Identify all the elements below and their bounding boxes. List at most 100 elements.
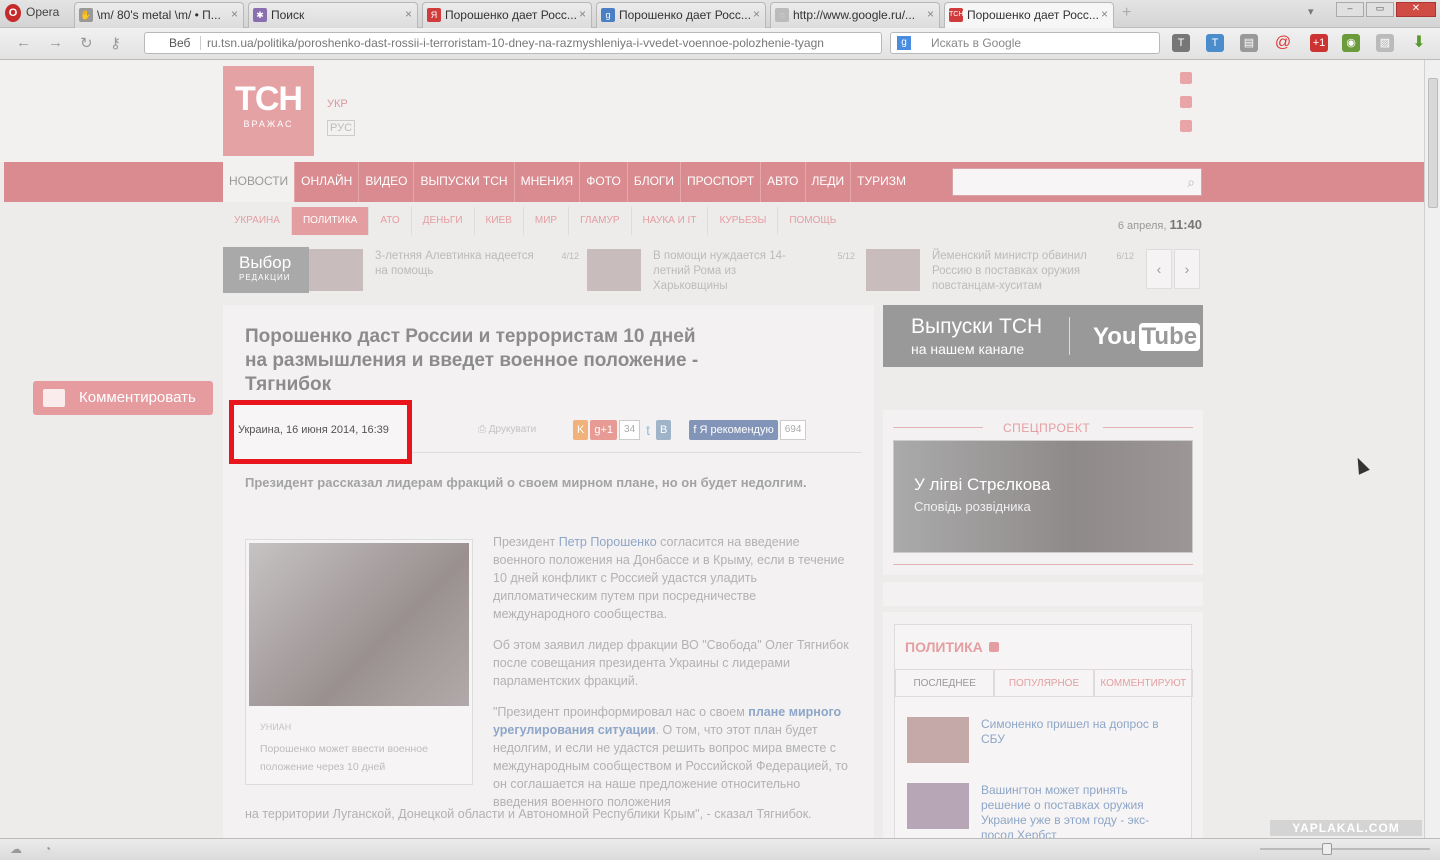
zoom-slider-handle[interactable] xyxy=(1322,843,1332,855)
browser-tab[interactable]: g Порошенко дает Росс... × xyxy=(596,2,766,28)
extension-green-icon[interactable]: ◉ xyxy=(1342,34,1360,52)
newspaper-icon[interactable] xyxy=(1180,96,1192,108)
zoom-slider[interactable] xyxy=(1260,848,1430,850)
nav-item-opinions[interactable]: МНЕНИЯ xyxy=(515,162,581,202)
nav-item-photo[interactable]: ФОТО xyxy=(580,162,628,202)
special-project-banner[interactable]: У лігві Стрєлкова Сповідь розвідника xyxy=(893,440,1193,553)
nav-item-tourism[interactable]: ТУРИЗМ xyxy=(851,162,912,202)
download-icon[interactable]: ⬇ xyxy=(1410,34,1428,52)
nav-item-lady[interactable]: ЛЕДИ xyxy=(806,162,852,202)
special-project-subtitle: Сповідь розвідника xyxy=(914,499,1031,514)
subnav-item-help[interactable]: ПОМОЩЬ xyxy=(778,207,847,235)
scrollbar-thumb[interactable] xyxy=(1428,78,1438,208)
site-search-input[interactable]: ⌕ xyxy=(952,168,1202,196)
back-icon[interactable]: ← xyxy=(16,34,31,51)
subnav-item-ato[interactable]: АТО xyxy=(369,207,412,235)
tsn-icon: TCH xyxy=(949,8,963,22)
forward-icon[interactable]: → xyxy=(48,34,63,51)
extension-t-icon[interactable]: T xyxy=(1172,34,1190,52)
subnav-item-politics[interactable]: ПОЛИТИКА xyxy=(291,207,370,235)
extension-translate-icon[interactable]: T xyxy=(1206,34,1224,52)
tsn-logo[interactable]: ТСН ВРАЖАС xyxy=(223,66,314,156)
subnav-item-glamour[interactable]: ГЛАМУР xyxy=(569,207,632,235)
chevron-right-icon[interactable]: › xyxy=(1174,249,1200,289)
lang-rus-link[interactable]: РУС xyxy=(327,120,356,136)
subnav-item-curious[interactable]: КУРЬЕЗЫ xyxy=(708,207,779,235)
gplus-button[interactable]: g+1 xyxy=(590,420,618,440)
hand-icon: ✋ xyxy=(79,8,93,22)
home-icon[interactable] xyxy=(1180,120,1192,132)
address-field[interactable]: Веб ru.tsn.ua/politika/poroshenko-dast-ro… xyxy=(144,32,882,54)
subnav-item-world[interactable]: МИР xyxy=(524,207,570,235)
browser-tab-active[interactable]: TCH Порошенко дает Росс... × xyxy=(944,2,1114,28)
youtube-banner[interactable]: Выпуски ТСН на нашем канале You Tube xyxy=(883,305,1203,367)
search-field[interactable]: g Искать в Google xyxy=(890,32,1160,54)
key-icon[interactable]: ⚷ xyxy=(110,34,121,52)
tab-commented[interactable]: КОММЕНТИРУЮТ xyxy=(1093,669,1193,697)
nav-item-news[interactable]: НОВОСТИ xyxy=(223,162,296,202)
pick-thumbnail xyxy=(587,249,641,291)
subnav-item-science[interactable]: НАУКА И IT xyxy=(632,207,709,235)
special-project-title: У лігві Стрєлкова xyxy=(914,475,1051,494)
close-window-icon[interactable]: ✕ xyxy=(1396,2,1436,17)
cloud-icon[interactable]: ☁ xyxy=(10,842,22,856)
chevron-left-icon[interactable]: ‹ xyxy=(1146,249,1172,289)
subnav-item-kiev[interactable]: КИЕВ xyxy=(475,207,524,235)
tab-label: Порошенко дает Росс... xyxy=(445,8,577,22)
search-icon[interactable]: ⌕ xyxy=(1187,174,1195,191)
politics-heading[interactable]: ПОЛИТИКА xyxy=(905,639,999,655)
close-icon[interactable]: × xyxy=(579,7,586,21)
nav-item-prosport[interactable]: ПРОСПОРТ xyxy=(681,162,762,202)
pick-item[interactable]: Йеменский министр обвинил Россию в поста… xyxy=(866,247,1134,293)
facebook-icon: f xyxy=(693,424,697,436)
close-icon[interactable]: × xyxy=(753,7,760,21)
nav-item-video[interactable]: ВИДЕО xyxy=(359,162,415,202)
lang-ukr-link[interactable]: УКР xyxy=(327,98,355,110)
photo-image[interactable] xyxy=(249,543,469,706)
tab-list-icon[interactable]: ▾ xyxy=(1308,5,1314,18)
nav-item-online[interactable]: ОНЛАЙН xyxy=(295,162,360,202)
minimize-icon[interactable]: – xyxy=(1336,2,1364,17)
pick-item[interactable]: В помощи нуждается 14-летний Рома из Хар… xyxy=(587,247,855,293)
subnav-item-money[interactable]: ДЕНЬГИ xyxy=(412,207,475,235)
article-lead: Президент рассказал лидерам фракций о св… xyxy=(245,475,807,490)
facebook-recommend-button[interactable]: f Я рекомендую xyxy=(689,420,778,440)
maximize-icon[interactable]: ▭ xyxy=(1366,2,1394,17)
nav-item-tsn-issues[interactable]: ВЫПУСКИ ТСН xyxy=(414,162,515,202)
reload-icon[interactable]: ↻ xyxy=(80,34,93,52)
rss-icon[interactable] xyxy=(1180,72,1192,84)
tab-label: Поиск xyxy=(271,8,305,22)
speed-dial-icon[interactable]: ◔ xyxy=(44,842,51,856)
vertical-scrollbar[interactable] xyxy=(1424,60,1440,838)
mail-icon[interactable]: @ xyxy=(1274,34,1292,52)
pick-item[interactable]: 3-летняя Алевтинка надеется на помощь 4/… xyxy=(309,247,579,293)
vkontakte-icon[interactable]: B xyxy=(656,420,672,440)
browser-tab[interactable]: Я Порошенко дает Росс... × xyxy=(422,2,592,28)
close-icon[interactable]: × xyxy=(1101,7,1108,21)
editor-picks-label: Выбор РЕДАКЦИИ xyxy=(223,247,309,293)
extension-trash-icon[interactable]: ▤ xyxy=(1240,34,1258,52)
close-icon[interactable]: × xyxy=(231,7,238,21)
opera-menu-button[interactable]: O Opera xyxy=(0,0,70,28)
twitter-icon[interactable]: t xyxy=(642,420,654,440)
main-nav: НОВОСТИ ОНЛАЙН ВИДЕО ВЫПУСКИ ТСН МНЕНИЯ … xyxy=(223,162,912,202)
tab-popular[interactable]: ПОПУЛЯРНОЕ xyxy=(994,669,1094,697)
nav-item-auto[interactable]: АВТО xyxy=(761,162,806,202)
youtube-logo: You Tube xyxy=(1093,323,1201,351)
odnoklassniki-button[interactable]: K xyxy=(573,420,589,440)
browser-tab[interactable]: ◌ http://www.google.ru/... × xyxy=(770,2,940,28)
image-icon[interactable]: ▨ xyxy=(1376,34,1394,52)
print-link[interactable]: ⎙ Друкувати xyxy=(478,424,536,435)
new-tab-icon[interactable]: + xyxy=(1122,4,1131,22)
browser-tab[interactable]: ✱ Поиск × xyxy=(248,2,418,28)
subnav-item-ukraine[interactable]: УКРАИНА xyxy=(223,207,292,235)
close-icon[interactable]: × xyxy=(405,7,412,21)
browser-tab[interactable]: ✋ \m/ 80's metal \m/ • П... × xyxy=(74,2,244,28)
poroshenko-link[interactable]: Петр Порошенко xyxy=(559,535,657,549)
comment-button[interactable]: Комментировать xyxy=(33,381,213,415)
tab-bar: O Opera ✋ \m/ 80's metal \m/ • П... × ✱ … xyxy=(0,0,1440,28)
tab-latest[interactable]: ПОСЛЕДНЕЕ xyxy=(895,669,995,697)
close-icon[interactable]: × xyxy=(927,7,934,21)
notify-icon[interactable]: +1 xyxy=(1310,34,1328,52)
nav-item-blogs[interactable]: БЛОГИ xyxy=(628,162,682,202)
